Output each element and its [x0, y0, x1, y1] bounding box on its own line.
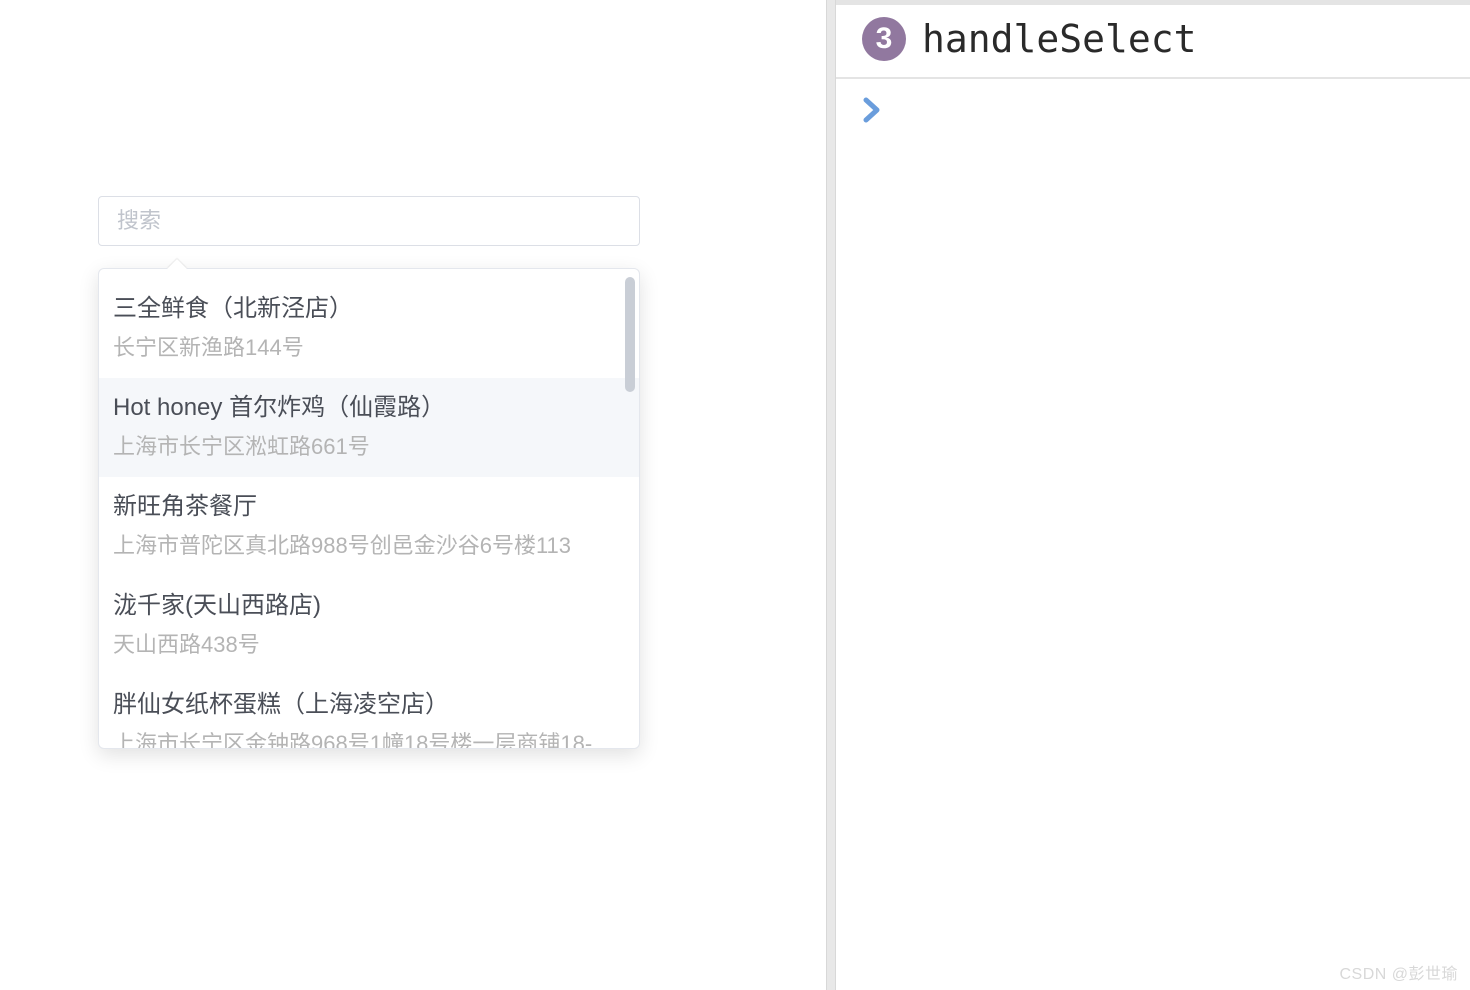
app-preview-pane: 三全鲜食（北新泾店） 长宁区新渔路144号 Hot honey 首尔炸鸡（仙霞路… — [0, 0, 826, 990]
devtools-console-pane: 3 handleSelect — [836, 0, 1470, 990]
suggestion-title: 三全鲜食（北新泾店） — [113, 291, 621, 327]
suggestion-item[interactable]: 泷千家(天山西路店) 天山西路438号 — [99, 576, 639, 675]
suggestion-item[interactable]: Hot honey 首尔炸鸡（仙霞路） 上海市长宁区淞虹路661号 — [99, 378, 639, 477]
chevron-right-icon — [862, 97, 884, 123]
suggestion-address: 上海市普陀区真北路988号创邑金沙谷6号楼113 — [113, 529, 621, 562]
suggestion-title: 胖仙女纸杯蛋糕（上海凌空店） — [113, 687, 621, 723]
console-input-row[interactable] — [836, 79, 1470, 128]
dropdown-caret — [167, 259, 187, 269]
suggestion-title: 新旺角茶餐厅 — [113, 489, 621, 525]
pane-divider[interactable] — [826, 0, 836, 990]
suggestion-dropdown: 三全鲜食（北新泾店） 长宁区新渔路144号 Hot honey 首尔炸鸡（仙霞路… — [98, 268, 640, 749]
suggestion-title: 泷千家(天山西路店) — [113, 588, 621, 624]
watermark-text: CSDN @彭世瑜 — [1339, 960, 1458, 984]
suggestion-address: 上海市长宁区金钟路968号1幢18号楼一层商铺18-101 — [113, 727, 621, 748]
scrollbar-thumb[interactable] — [625, 277, 635, 392]
dropdown-inner: 三全鲜食（北新泾店） 长宁区新渔路144号 Hot honey 首尔炸鸡（仙霞路… — [99, 269, 639, 748]
suggestion-address: 上海市长宁区淞虹路661号 — [113, 430, 621, 463]
suggestion-item[interactable]: 三全鲜食（北新泾店） 长宁区新渔路144号 — [99, 279, 639, 378]
suggestion-item[interactable]: 胖仙女纸杯蛋糕（上海凌空店） 上海市长宁区金钟路968号1幢18号楼一层商铺18… — [99, 675, 639, 748]
suggestion-item[interactable]: 新旺角茶餐厅 上海市普陀区真北路988号创邑金沙谷6号楼113 — [99, 477, 639, 576]
autocomplete-area: 三全鲜食（北新泾店） 长宁区新渔路144号 Hot honey 首尔炸鸡（仙霞路… — [98, 196, 640, 246]
console-log-row[interactable]: 3 handleSelect — [836, 5, 1470, 79]
log-message: handleSelect — [922, 17, 1197, 61]
log-count: 3 — [876, 22, 893, 56]
suggestion-title: Hot honey 首尔炸鸡（仙霞路） — [113, 390, 621, 426]
search-input[interactable] — [98, 196, 640, 246]
log-count-badge: 3 — [862, 17, 906, 61]
suggestion-address: 长宁区新渔路144号 — [113, 331, 621, 364]
suggestion-address: 天山西路438号 — [113, 628, 621, 661]
